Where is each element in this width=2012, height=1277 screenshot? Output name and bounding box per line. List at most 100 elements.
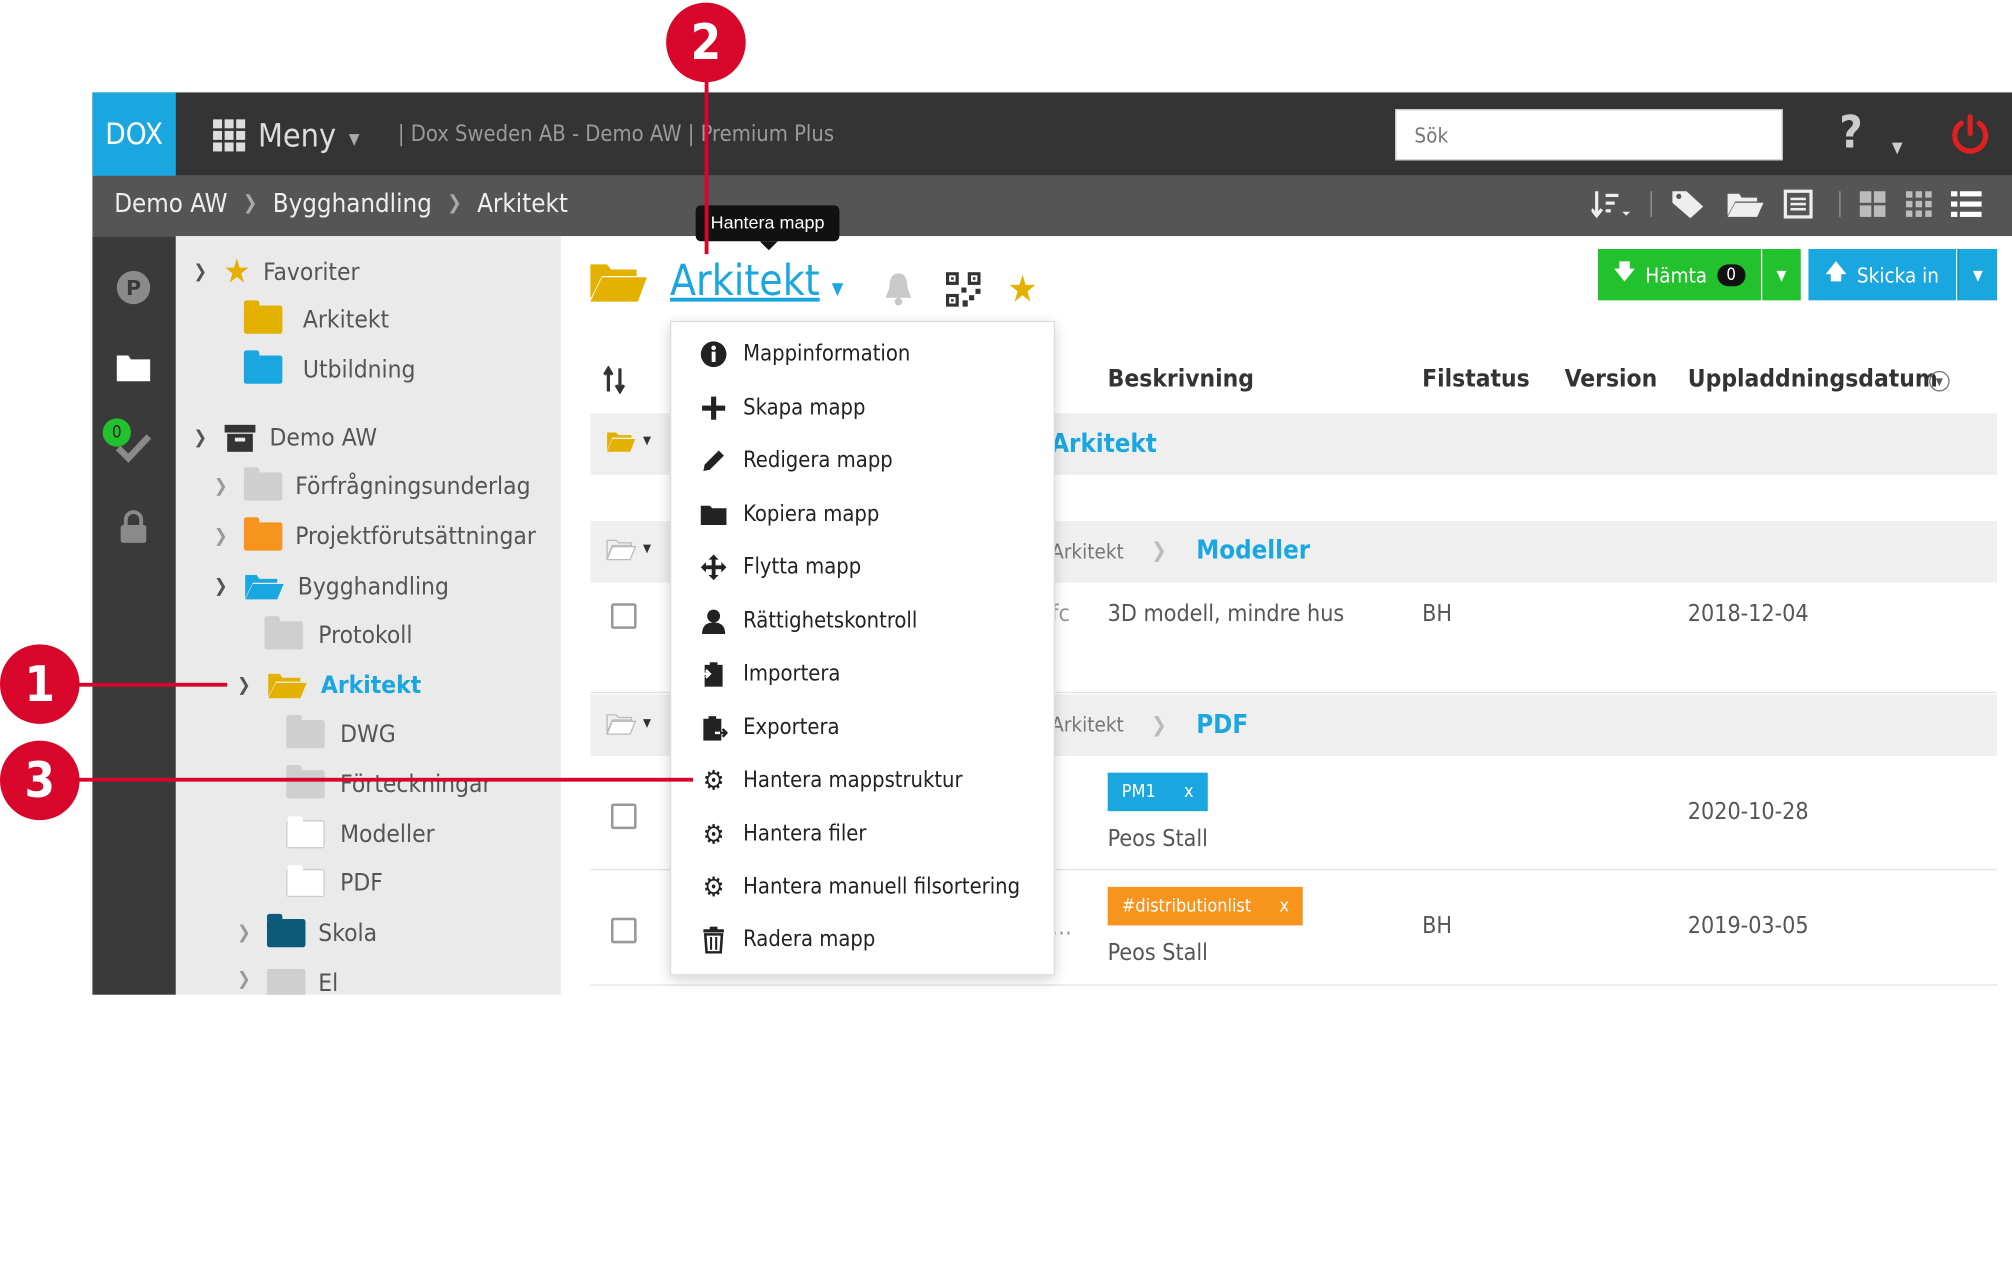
callout-line [77, 777, 694, 782]
hamta-dropdown-button[interactable]: ▼ [1762, 248, 1801, 301]
tags-icon[interactable] [1670, 189, 1709, 220]
row-date: 2018-12-04 [1687, 600, 1809, 628]
open-folder-icon [606, 539, 637, 561]
tree-label: Demo AW [269, 423, 378, 452]
tree-favorites[interactable]: ❯ ★ Favoriter [190, 255, 359, 288]
sort-desc-icon[interactable]: ▼ [1929, 370, 1950, 392]
folder-icon[interactable] [116, 349, 152, 385]
menu-item-hantera-manuell-filsortering[interactable]: ⚙ Hantera manuell filsortering [700, 871, 1020, 902]
chevron-right-icon: ❯ [242, 191, 258, 215]
list-view-icon[interactable] [1950, 190, 1982, 218]
callout-line [77, 682, 228, 687]
archive-box-icon [224, 424, 256, 452]
power-icon[interactable] [1948, 113, 1992, 157]
tag-remove-button[interactable]: x [1279, 896, 1289, 917]
tree-item-modeller[interactable]: Modeller [286, 816, 435, 849]
tree-item-favorite-arkitekt[interactable]: Arkitekt [243, 300, 389, 334]
large-grid-icon[interactable] [1859, 190, 1887, 218]
breadcrumb-item[interactable]: Arkitekt [477, 187, 568, 218]
gear-icon: ⚙ [702, 764, 725, 796]
group-folder-dropdown[interactable]: ▼ [606, 430, 651, 453]
row-date: 2020-10-28 [1687, 798, 1809, 826]
parking-icon[interactable]: P [116, 270, 152, 306]
move-arrows-icon [700, 554, 727, 581]
tree-item-forteckningar[interactable]: Förteckningar [286, 764, 492, 799]
arrow-down-icon: 🡇 [1613, 258, 1636, 284]
group-folder-dropdown[interactable]: ▼ [606, 712, 651, 735]
hamta-button[interactable]: 🡇 Hämta 0 [1597, 248, 1761, 301]
callout-line [704, 79, 709, 255]
row-filstatus: BH [1422, 912, 1453, 940]
tree-item-projektforutsattningar[interactable]: ❯ Projektförutsättningar [210, 517, 536, 551]
skicka-in-button[interactable]: 🡅 Skicka in [1808, 248, 1957, 301]
group-parent[interactable]: Arkitekt [1051, 539, 1124, 563]
folder-icon [264, 616, 303, 650]
sort-icon[interactable] [603, 365, 626, 395]
open-folder-icon[interactable] [1726, 189, 1765, 220]
tree-item-pdf[interactable]: PDF [286, 865, 383, 898]
dox-logo[interactable]: DOX [92, 92, 176, 176]
chevron-down-icon: ▼ [1776, 266, 1787, 284]
menu-item-label: Hantera filer [743, 821, 867, 848]
tag-remove-button[interactable]: x [1184, 782, 1194, 803]
sort-filter-icon[interactable] [1591, 189, 1633, 220]
menu-item-radera-mapp[interactable]: Radera mapp [700, 925, 875, 954]
menu-item-skapa-mapp[interactable]: Skapa mapp [700, 394, 865, 422]
tree-item-favorite-utbildning[interactable]: Utbildning [243, 350, 415, 384]
menu-item-flytta-mapp[interactable]: Flytta mapp [700, 553, 861, 581]
bell-icon[interactable] [883, 271, 914, 307]
column-header-version[interactable]: Version [1565, 365, 1658, 393]
row-checkbox[interactable] [610, 603, 637, 629]
search-input[interactable] [1395, 109, 1783, 161]
group-folder-dropdown[interactable]: ▼ [606, 538, 651, 561]
group-parent[interactable]: Arkitekt [1051, 712, 1124, 736]
tree-item-el[interactable]: ❯ El [234, 969, 338, 995]
folder-title[interactable]: Arkitekt [670, 255, 820, 305]
column-header-beskrivning[interactable]: Beskrivning [1108, 365, 1254, 393]
divider [1839, 191, 1841, 217]
tree-item-arkitekt[interactable]: ❯ Arkitekt [234, 670, 421, 701]
breadcrumb-item[interactable]: Demo AW [114, 187, 227, 218]
folder-icon [286, 865, 325, 898]
menu-item-kopiera-mapp[interactable]: Kopiera mapp [700, 501, 879, 529]
skicka-dropdown-button[interactable]: ▼ [1957, 248, 1998, 301]
menu-button[interactable]: Meny ▼ [213, 109, 360, 160]
row-checkbox[interactable] [610, 917, 637, 944]
group-title[interactable]: Arkitekt [1051, 427, 1157, 458]
chevron-down-icon[interactable]: ▼ [832, 280, 844, 299]
menu-item-hantera-filer[interactable]: ⚙ Hantera filer [700, 819, 867, 850]
tree-item-skola[interactable]: ❯ Skola [234, 913, 377, 948]
menu-item-importera[interactable]: Importera [700, 660, 840, 688]
tag-distributionlist[interactable]: #distributionlist x [1107, 886, 1304, 926]
column-header-uppladdningsdatum[interactable]: Uppladdningsdatum [1688, 365, 1938, 393]
chevron-down-icon: ▼ [643, 542, 652, 556]
tree-label: DWG [340, 720, 396, 749]
callout-badge: 1 [0, 644, 80, 724]
tree-item-forfragningsunderlag[interactable]: ❯ Förfrågningsunderlag [210, 467, 531, 501]
help-icon[interactable]: ? [1839, 108, 1862, 159]
column-header-filstatus[interactable]: Filstatus [1422, 365, 1530, 393]
lock-icon[interactable] [116, 510, 152, 546]
tag-pm1[interactable]: PM1 x [1107, 772, 1208, 812]
hamta-label: Hämta [1645, 262, 1708, 287]
row-checkbox[interactable] [610, 803, 637, 830]
tree-item-protokoll[interactable]: Protokoll [264, 616, 413, 650]
menu-item-redigera-mapp[interactable]: Redigera mapp [700, 447, 893, 475]
tree-label: Protokoll [318, 621, 413, 650]
qr-code-icon[interactable] [945, 272, 981, 307]
small-grid-icon[interactable] [1905, 190, 1933, 218]
tree-item-bygghandling[interactable]: ❯ Bygghandling [210, 571, 449, 602]
chevron-right-icon: ❯ [237, 922, 251, 944]
menu-item-hantera-mappstruktur[interactable]: ⚙ Hantera mappstruktur [700, 764, 963, 796]
group-title[interactable]: Modeller [1196, 534, 1310, 565]
group-title[interactable]: PDF [1196, 708, 1248, 739]
chevron-down-icon: ▼ [1891, 138, 1903, 157]
favorite-star-icon[interactable]: ★ [1008, 267, 1038, 311]
menu-item-mappinformation[interactable]: Mappinformation [700, 340, 910, 368]
list-document-icon[interactable] [1783, 189, 1814, 220]
tree-item-dwg[interactable]: DWG [286, 714, 396, 749]
menu-item-rattighetskontroll[interactable]: Rättighetskontroll [700, 607, 917, 635]
menu-item-exportera[interactable]: Exportera [700, 714, 840, 742]
breadcrumb-item[interactable]: Bygghandling [273, 187, 432, 218]
tree-root-demo-aw[interactable]: ❯ Demo AW [190, 422, 377, 453]
